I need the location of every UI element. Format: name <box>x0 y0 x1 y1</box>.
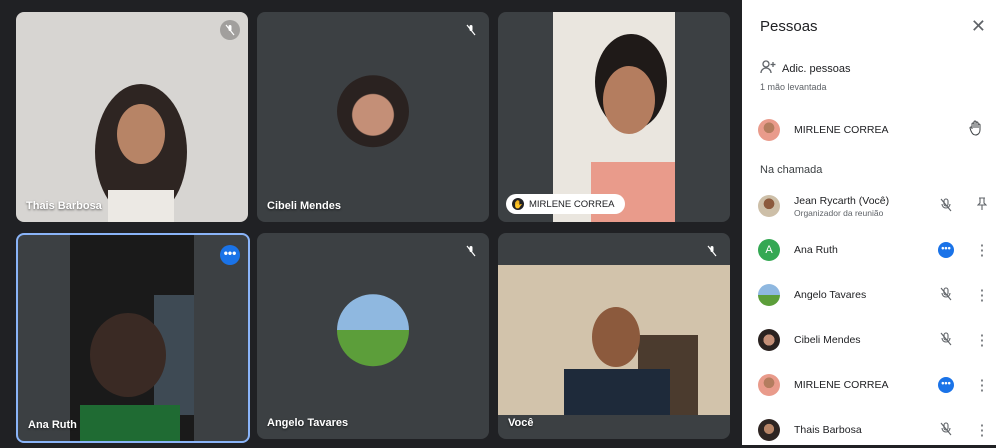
add-people-button[interactable]: Adic. pessoas <box>760 60 850 77</box>
kebab-menu-icon[interactable]: ⋮ <box>972 286 992 304</box>
participant-name: Angelo Tavares <box>794 289 867 301</box>
pin-icon[interactable] <box>972 197 992 215</box>
add-people-label: Adic. pessoas <box>782 62 851 75</box>
kebab-menu-icon[interactable]: ⋮ <box>972 241 992 259</box>
list-item[interactable]: A Ana Ruth ••• ⋮ <box>756 232 996 268</box>
avatar <box>758 329 780 351</box>
people-panel: Pessoas ✕ Adic. pessoas 1 mão levantada … <box>742 0 996 445</box>
video-tile-mirlene[interactable]: ✋ MIRLENE CORREA <box>498 12 730 222</box>
kebab-menu-icon[interactable]: ⋮ <box>972 376 992 394</box>
participant-name: MIRLENE CORREA <box>794 124 889 136</box>
mic-off-icon <box>702 241 722 261</box>
mic-off-icon <box>936 286 956 304</box>
list-item[interactable]: Cibeli Mendes ⋮ <box>756 322 996 358</box>
avatar <box>758 419 780 441</box>
mic-off-icon <box>936 421 956 439</box>
video-tile-thais[interactable]: Thais Barbosa <box>16 12 248 222</box>
participant-video <box>70 235 194 441</box>
video-tile-angelo[interactable]: Angelo Tavares <box>257 233 489 439</box>
participant-video <box>498 265 730 415</box>
participant-name: Ana Ruth <box>794 244 838 256</box>
list-item[interactable]: Angelo Tavares ⋮ <box>756 277 996 313</box>
video-tile-voce[interactable]: Você <box>498 233 730 439</box>
raised-hands-header: 1 mão levantada <box>760 82 827 92</box>
hand-icon: ✋ <box>512 198 524 210</box>
participant-name: Jean Rycarth (Você) <box>794 194 890 207</box>
participant-avatar <box>337 75 409 148</box>
list-item[interactable]: Thais Barbosa ⋮ <box>756 412 996 448</box>
mic-off-icon <box>461 241 481 261</box>
more-options-icon[interactable]: ••• <box>220 245 240 265</box>
video-grid: Thais Barbosa Cibeli Mendes ✋ MIRLENE CO… <box>0 0 740 445</box>
raised-hand-badge: ✋ MIRLENE CORREA <box>506 194 625 214</box>
participant-name: Ana Ruth <box>28 419 77 431</box>
participant-name: MIRLENE CORREA <box>529 198 615 210</box>
avatar <box>758 284 780 306</box>
kebab-menu-icon[interactable]: ⋮ <box>972 331 992 349</box>
participant-avatar <box>337 294 409 367</box>
avatar: A <box>758 239 780 261</box>
avatar <box>758 119 780 141</box>
close-icon[interactable]: ✕ <box>971 16 986 37</box>
in-call-header: Na chamada <box>760 164 823 176</box>
panel-title: Pessoas <box>760 18 818 35</box>
participant-name: Cibeli Mendes <box>267 200 341 212</box>
participant-role: Organizador da reunião <box>794 207 884 218</box>
mic-off-icon <box>461 20 481 40</box>
participant-video <box>86 72 196 222</box>
more-options-icon[interactable]: ••• <box>936 242 956 258</box>
add-person-icon <box>760 60 776 77</box>
video-tile-cibeli[interactable]: Cibeli Mendes <box>257 12 489 222</box>
video-tile-ana[interactable]: ••• Ana Ruth <box>16 233 250 443</box>
participant-info: Jean Rycarth (Você) Organizador da reuni… <box>794 195 936 218</box>
participant-name: Thais Barbosa <box>794 424 862 436</box>
avatar <box>758 374 780 396</box>
participant-video <box>553 12 675 222</box>
mic-off-icon <box>936 197 956 215</box>
kebab-menu-icon[interactable]: ⋮ <box>972 421 992 439</box>
avatar <box>758 195 780 217</box>
raised-hand-row[interactable]: MIRLENE CORREA <box>756 112 996 148</box>
list-item[interactable]: Jean Rycarth (Você) Organizador da reuni… <box>756 188 996 224</box>
mic-off-icon <box>936 331 956 349</box>
participant-name: MIRLENE CORREA <box>794 379 889 391</box>
participant-name: Angelo Tavares <box>267 417 349 429</box>
mic-off-icon <box>220 20 240 40</box>
more-options-icon[interactable]: ••• <box>936 377 956 393</box>
participant-name: Cibeli Mendes <box>794 334 861 346</box>
list-item[interactable]: MIRLENE CORREA ••• ⋮ <box>756 367 996 403</box>
hand-icon[interactable] <box>966 120 986 140</box>
participant-name: Thais Barbosa <box>26 200 102 212</box>
participant-name: Você <box>508 417 534 429</box>
